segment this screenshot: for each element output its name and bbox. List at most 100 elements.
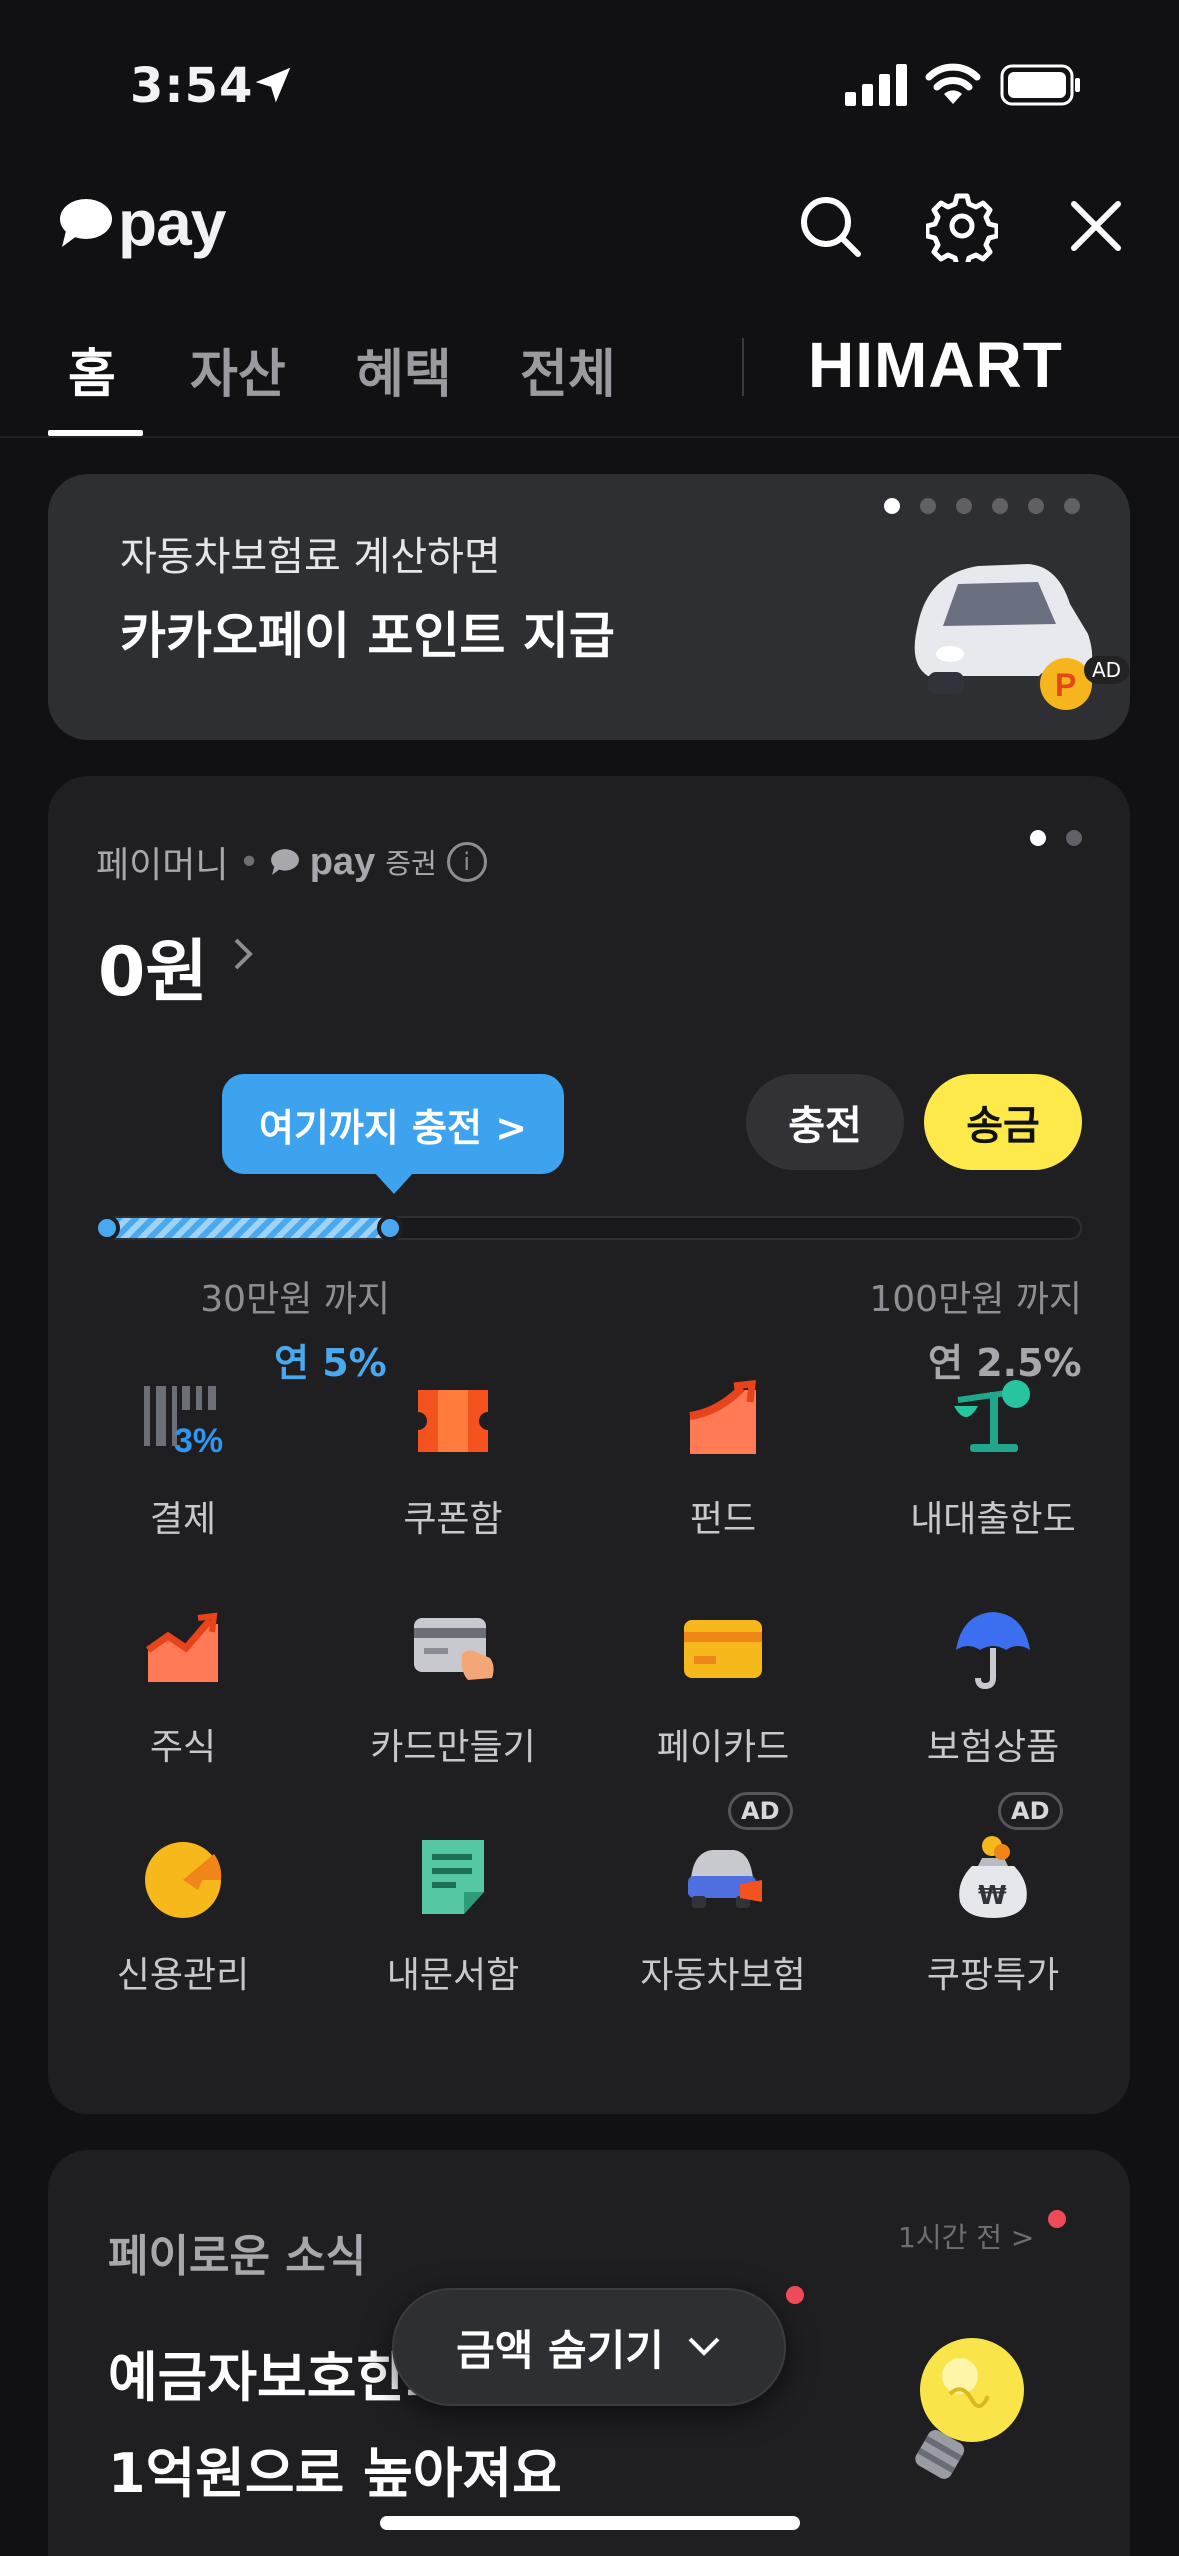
notification-dot (1048, 2210, 1066, 2228)
document-icon (408, 1832, 498, 1922)
service-pay-card[interactable]: 페이카드 (588, 1604, 858, 1770)
service-label: 결제 (149, 1499, 217, 1540)
tier2-label: 100만원 까지 (869, 1279, 1082, 1320)
kakaopay-logo: pay (58, 186, 226, 260)
send-button[interactable]: 송금 (924, 1074, 1082, 1170)
service-credit[interactable]: 신용관리 (48, 1832, 318, 1998)
service-coupang-deals[interactable]: AD ₩ 쿠팡특가 (858, 1792, 1128, 1998)
info-icon[interactable]: i (446, 842, 487, 882)
news-section-title: 페이로운 소식 (108, 2231, 367, 2282)
notification-dot (786, 2286, 804, 2304)
service-payment[interactable]: 3% 결제 (48, 1376, 318, 1542)
chevron-right-icon[interactable] (232, 934, 256, 974)
tab-all[interactable]: 전체 (520, 332, 616, 407)
tab-assets[interactable]: 자산 (190, 332, 286, 407)
balance-amount[interactable]: 0원 (98, 916, 208, 1015)
interest-progress-fill (98, 1218, 393, 1238)
service-label: 페이카드 (656, 1727, 790, 1768)
news-timestamp[interactable]: 1시간 전 > (898, 2216, 1034, 2256)
gear-icon[interactable] (926, 190, 998, 262)
service-fund[interactable]: 펀드 (588, 1376, 858, 1542)
service-coupon[interactable]: 쿠폰함 (318, 1376, 588, 1542)
close-icon[interactable] (1060, 190, 1132, 262)
fund-chart-icon (678, 1376, 768, 1466)
progress-end-knob (376, 1215, 403, 1241)
page-dot (1028, 498, 1044, 514)
banner-title: 카카오페이 포인트 지급 (120, 607, 615, 665)
active-tab-indicator (48, 430, 143, 436)
provider-logo: pay (309, 840, 376, 883)
home-indicator[interactable] (380, 2516, 800, 2530)
news-headline-line2: 1억원으로 높아져요 (108, 2442, 562, 2505)
ad-badge: AD (728, 1792, 793, 1830)
speech-bubble-small-icon (270, 849, 299, 875)
service-loan-limit[interactable]: 내대출한도 (858, 1376, 1128, 1542)
lightbulb-icon (915, 2338, 1024, 2479)
car-insurance-icon (678, 1832, 768, 1922)
barcode-3percent-icon: 3% (138, 1376, 228, 1466)
service-label: 내문서함 (386, 1955, 520, 1996)
page-dot (1064, 498, 1080, 514)
page-dot (956, 498, 972, 514)
scale-icon (948, 1376, 1038, 1466)
page-dot (920, 498, 936, 514)
service-label: 신용관리 (116, 1955, 250, 1996)
car-illustration-icon: P (914, 564, 1093, 710)
service-label: 쿠팡특가 (926, 1955, 1060, 1996)
tab-bar: 홈 자산 혜택 전체 HIMART (0, 320, 1179, 438)
logo-text: pay (118, 187, 226, 259)
pay-card-icon (678, 1604, 768, 1694)
ad-badge: AD (998, 1792, 1063, 1830)
pay-money-label: 페이머니 • pay 증권 i (96, 836, 487, 888)
wifi-icon (925, 63, 981, 104)
card-page-indicator (1030, 830, 1082, 846)
coupon-ticket-icon (408, 1376, 498, 1466)
pay-money-card: 페이머니 • pay 증권 i 0원 여기까지 충전 > 충전 송금 30만원 … (48, 776, 1130, 2114)
service-label: 내대출한도 (910, 1499, 1076, 1540)
service-stock[interactable]: 주식 (48, 1604, 318, 1770)
hide-amount-button[interactable]: 금액 숨기기 (392, 2288, 786, 2406)
tab-divider (742, 338, 744, 396)
pay-money-title: 페이머니 (96, 845, 229, 886)
banner-page-indicator (884, 498, 1080, 514)
money-bag-icon: ₩ (948, 1832, 1038, 1922)
service-label: 펀드 (689, 1499, 757, 1540)
tier1-label: 30만원 까지 (200, 1279, 390, 1320)
page-dot (1030, 830, 1046, 846)
status-time: 3:54 (130, 58, 254, 114)
himart-logo[interactable]: HIMART (808, 328, 1063, 402)
card-make-icon (408, 1604, 498, 1694)
battery-icon (1000, 64, 1080, 106)
status-bar: 3:54 (0, 0, 1179, 150)
location-arrow-icon (255, 67, 291, 103)
service-make-card[interactable]: 카드만들기 (318, 1604, 588, 1770)
chevron-down-icon (688, 2337, 720, 2356)
umbrella-icon (948, 1604, 1038, 1694)
ad-badge: AD (1084, 656, 1130, 684)
page-dot (884, 498, 900, 514)
service-label: 자동차보험 (640, 1955, 806, 1996)
credit-gauge-icon (138, 1832, 228, 1922)
svg-text:₩: ₩ (978, 1881, 1007, 1911)
banner-subtitle: 자동차보험료 계산하면 (120, 534, 501, 580)
progress-start-knob (94, 1215, 120, 1241)
cellular-signal-icon (845, 64, 907, 106)
ad-banner[interactable]: 자동차보험료 계산하면 카카오페이 포인트 지급 P AD (48, 474, 1130, 740)
charge-button[interactable]: 충전 (746, 1074, 904, 1170)
svg-text:3%: 3% (174, 1422, 223, 1460)
coin-label: P (1055, 667, 1076, 703)
page-dot (992, 498, 1008, 514)
tab-benefits[interactable]: 혜택 (356, 332, 452, 407)
search-icon[interactable] (794, 190, 866, 262)
page-dot (1066, 830, 1082, 846)
charge-here-tooltip[interactable]: 여기까지 충전 > (222, 1074, 564, 1194)
tab-home[interactable]: 홈 (68, 332, 116, 407)
service-insurance[interactable]: 보험상품 (858, 1604, 1128, 1770)
speech-bubble-icon (60, 199, 112, 247)
service-label: 쿠폰함 (403, 1499, 503, 1540)
service-label: 주식 (149, 1727, 217, 1768)
service-documents[interactable]: 내문서함 (318, 1832, 588, 1998)
service-car-insurance[interactable]: AD 자동차보험 (588, 1792, 858, 1998)
service-label: 보험상품 (926, 1727, 1060, 1768)
separator-dot: • (238, 841, 260, 883)
